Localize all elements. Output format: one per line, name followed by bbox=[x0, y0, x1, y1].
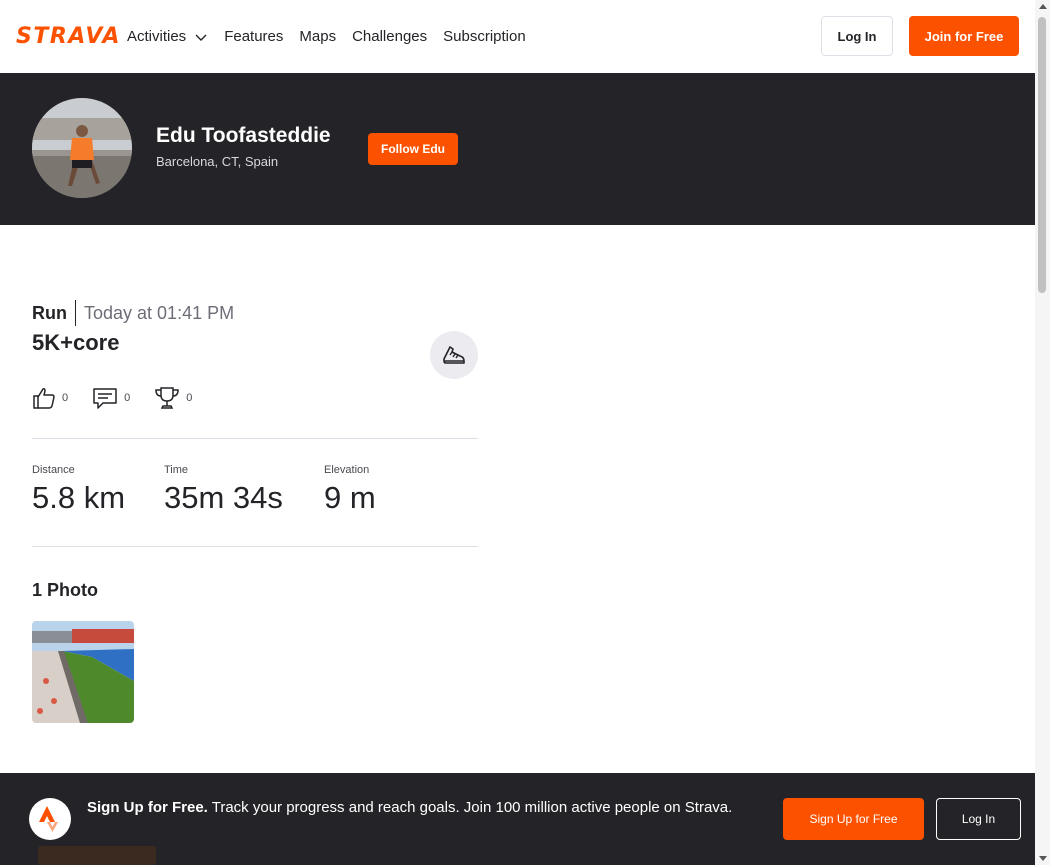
signup-banner-body: Track your progress and reach goals. Joi… bbox=[207, 799, 733, 816]
activity-meta: Run Today at 01:41 PM bbox=[32, 300, 234, 326]
athlete-avatar-image bbox=[32, 98, 132, 198]
kudos-count: 0 bbox=[62, 392, 69, 404]
banner-login-button[interactable]: Log In bbox=[936, 798, 1021, 840]
stat-label: Time bbox=[164, 464, 189, 476]
athlete-name[interactable]: Edu Toofasteddie bbox=[156, 124, 331, 148]
achievements-button[interactable]: 0 bbox=[154, 385, 192, 411]
chevron-down-icon bbox=[195, 34, 207, 41]
activity-photo-image bbox=[32, 621, 134, 723]
stat-label: Elevation bbox=[324, 464, 370, 476]
nav-maps[interactable]: Maps bbox=[299, 28, 336, 45]
activity-type: Run bbox=[32, 300, 76, 326]
strava-logo[interactable]: STRAVA bbox=[16, 24, 119, 49]
activity-stats: Distance 5.8 km Time 35m 34s Elevation 9… bbox=[32, 464, 444, 516]
stat-value: 5.8 km bbox=[32, 480, 126, 515]
trophy-icon bbox=[155, 387, 180, 409]
scroll-up-arrow-icon[interactable] bbox=[1039, 4, 1047, 9]
page-scrollbar[interactable] bbox=[1035, 0, 1050, 865]
join-button[interactable]: Join for Free bbox=[909, 16, 1019, 56]
comment-icon bbox=[93, 388, 117, 409]
divider bbox=[32, 438, 478, 439]
athlete-header: Edu Toofasteddie Barcelona, CT, Spain Fo… bbox=[0, 73, 1035, 225]
divider bbox=[32, 546, 478, 547]
nav-challenges[interactable]: Challenges bbox=[352, 28, 427, 45]
strava-mark-icon bbox=[29, 798, 71, 840]
athlete-location: Barcelona, CT, Spain bbox=[156, 154, 279, 169]
stat-distance: Distance 5.8 km bbox=[32, 464, 164, 516]
thumbs-up-icon bbox=[33, 388, 55, 409]
signup-banner-lead: Sign Up for Free. bbox=[87, 799, 208, 816]
main-nav: Activities Features Maps Challenges Subs… bbox=[127, 28, 542, 45]
nav-features[interactable]: Features bbox=[224, 28, 283, 45]
comments-count: 0 bbox=[124, 392, 131, 404]
nav-activities-label: Activities bbox=[127, 28, 187, 45]
stat-label: Distance bbox=[32, 464, 75, 476]
achievements-count: 0 bbox=[186, 392, 193, 404]
activity-title: 5K+core bbox=[32, 330, 120, 355]
kudos-button[interactable]: 0 bbox=[32, 386, 68, 410]
signup-banner-text: Sign Up for Free. Track your progress an… bbox=[87, 797, 757, 819]
running-shoe-icon bbox=[443, 346, 465, 364]
athlete-avatar[interactable] bbox=[32, 98, 132, 198]
login-button[interactable]: Log In bbox=[821, 16, 893, 56]
photos-title: 1 Photo bbox=[32, 580, 98, 600]
activity-time: Today at 01:41 PM bbox=[84, 303, 235, 323]
scroll-down-arrow-icon[interactable] bbox=[1039, 856, 1047, 861]
signup-button[interactable]: Sign Up for Free bbox=[783, 798, 924, 840]
comments-button[interactable]: 0 bbox=[92, 386, 130, 410]
activity-type-badge bbox=[430, 331, 478, 379]
stat-value: 9 m bbox=[324, 480, 376, 515]
hidden-content-peek bbox=[38, 846, 156, 865]
nav-activities[interactable]: Activities bbox=[127, 28, 208, 45]
nav-subscription[interactable]: Subscription bbox=[443, 28, 526, 45]
scrollbar-thumb[interactable] bbox=[1038, 17, 1046, 293]
page: STRAVA Activities Features Maps Challeng… bbox=[0, 0, 1050, 865]
stat-time: Time 35m 34s bbox=[164, 464, 324, 516]
social-actions: 0 0 0 bbox=[32, 385, 216, 411]
activity-photo[interactable] bbox=[32, 621, 134, 723]
follow-button[interactable]: Follow Edu bbox=[368, 133, 458, 165]
stat-value: 35m 34s bbox=[164, 480, 283, 515]
site-header: STRAVA Activities Features Maps Challeng… bbox=[0, 0, 1035, 73]
stat-elevation: Elevation 9 m bbox=[324, 464, 444, 516]
